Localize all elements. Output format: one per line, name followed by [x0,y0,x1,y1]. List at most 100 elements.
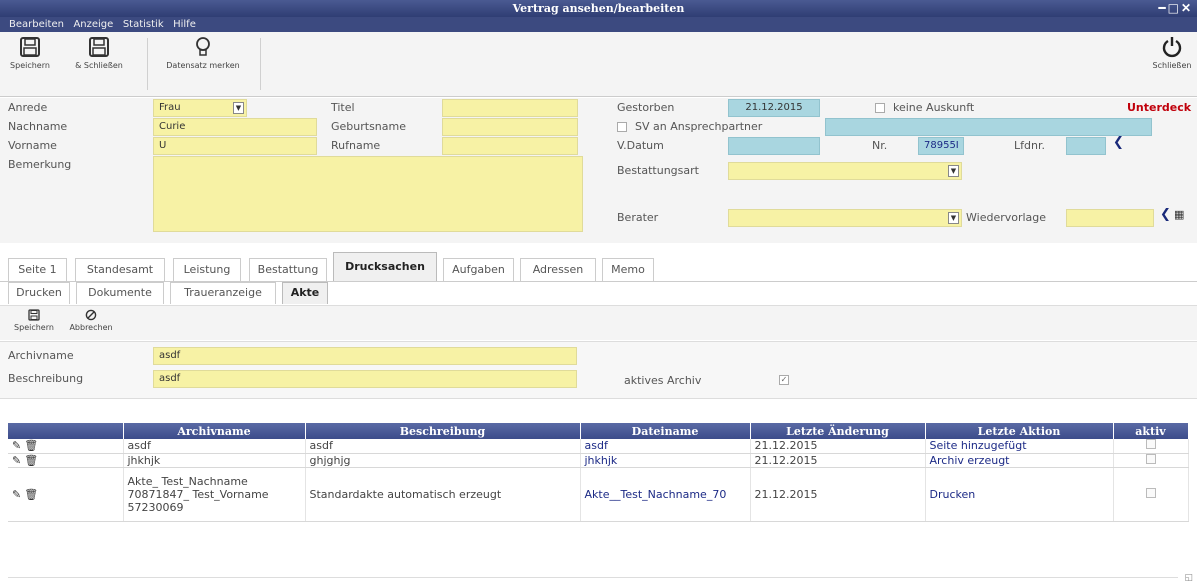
column-header-beschreibung[interactable]: Beschreibung [305,423,581,439]
tab-aufgaben[interactable]: Aufgaben [443,258,514,282]
window-controls[interactable]: ━□✕ [1158,0,1193,16]
menu-anzeige[interactable]: Anzeige [70,17,116,32]
bemerkung-textarea[interactable] [153,156,583,232]
geburtsname-label: Geburtsname [331,120,407,133]
lfdnr-label: Lfdnr. [1014,139,1045,152]
gestorben-input[interactable]: 21.12.2015 [728,99,820,117]
vorname-label: Vorname [8,139,57,152]
anrede-label: Anrede [8,101,48,114]
vorname-value: U [159,140,167,151]
trash-icon[interactable]: 🗑 [24,439,41,452]
cell-letzte-aktion: Drucken [925,467,1114,522]
gestorben-value: 21.12.2015 [745,102,803,113]
main-toolbar: Speichern & Schließen Datensatz merken S… [0,32,1197,97]
save-button-label: Speichern [10,61,50,70]
anrede-value: Frau [159,102,181,113]
cell-beschreibung: ghjghjg [305,453,581,468]
geburtsname-input[interactable] [442,118,578,136]
berater-select[interactable]: ▼ [728,209,962,227]
edit-pencil-icon[interactable]: ✎ [12,488,24,501]
cell-dateiname-link[interactable]: jhkhjk [580,453,751,468]
nr-label: Nr. [872,139,888,152]
archive-cancel-button[interactable]: Abbrechen [64,309,118,332]
keine-auskunft-label: keine Auskunft [893,101,975,114]
window-titlebar: Vertrag ansehen/bearbeiten ━□✕ [0,0,1197,17]
table-row[interactable]: ✎🗑 Akte_ Test_Nachname 70871847_ Test_Vo… [8,467,1189,522]
save-close-button[interactable]: & Schließen [60,36,138,70]
aktiv-checkbox[interactable] [1145,439,1156,450]
trash-icon[interactable]: 🗑 [24,454,41,467]
close-button[interactable]: Schließen [1148,36,1196,70]
bestattungsart-select[interactable]: ▼ [728,162,962,180]
tab-memo[interactable]: Memo [602,258,654,282]
toolbar-separator [260,38,261,90]
column-header-archivname[interactable]: Archivname [123,423,306,439]
power-icon [1162,37,1182,58]
aktives-archiv-checkbox[interactable]: ✓ [779,375,789,385]
column-header-letzte-aenderung[interactable]: Letzte Änderung [750,423,926,439]
subtab-akte[interactable]: Akte [282,282,328,304]
cell-beschreibung: asdf [305,439,581,454]
resize-handle-icon[interactable]: ◱ [1184,573,1193,583]
edit-pencil-icon[interactable]: ✎ [12,439,24,452]
titel-input[interactable] [442,99,578,117]
calendar-icon[interactable]: ▦ [1174,208,1184,221]
cell-dateiname-link[interactable]: Akte__Test_Nachname_70 [580,467,751,522]
tab-seite-1[interactable]: Seite 1 [8,258,67,282]
nachname-label: Nachname [8,120,68,133]
beschreibung-value: asdf [159,373,181,384]
nachname-input[interactable]: Curie [153,118,317,136]
tab-drucksachen[interactable]: Drucksachen [333,252,437,282]
archive-table: Archivname Beschreibung Dateiname Letzte… [8,423,1189,522]
bookmark-record-button[interactable]: Datensatz merken [152,36,254,70]
aktiv-checkbox[interactable] [1145,487,1156,498]
column-header-letzte-aktion[interactable]: Letzte Aktion [925,423,1114,439]
vorname-input[interactable]: U [153,137,317,155]
anrede-select[interactable]: Frau ▼ [153,99,247,117]
wiedervorlage-input[interactable] [1066,209,1154,227]
wiedervorlage-label: Wiedervorlage [966,211,1047,224]
table-row[interactable]: ✎🗑 asdf asdf asdf 21.12.2015 Seite hinzu… [8,439,1189,454]
chevron-left-icon[interactable]: ❮ [1160,207,1171,222]
menu-statistik[interactable]: Statistik [120,17,167,32]
vdatum-input[interactable] [728,137,820,155]
cell-dateiname-link[interactable]: asdf [580,439,751,454]
cell-archivname: jhkhjk [123,453,306,468]
cell-archivname: Akte_ Test_Nachname 70871847_ Test_Vorna… [123,467,306,522]
tab-standesamt[interactable]: Standesamt [75,258,165,282]
beschreibung-input[interactable]: asdf [153,370,577,388]
chevron-down-icon[interactable]: ▼ [948,165,959,177]
save-close-button-label: & Schließen [75,61,123,70]
trash-icon[interactable]: 🗑 [24,488,41,501]
sv-input[interactable] [825,118,1152,136]
save-button[interactable]: Speichern [8,36,52,70]
tab-adressen[interactable]: Adressen [520,258,596,282]
archive-toolbar: Speichern Abbrechen [0,305,1197,340]
lfdnr-input[interactable] [1066,137,1106,155]
chevron-down-icon[interactable]: ▼ [948,212,959,224]
sv-label: SV an Ansprechpartner [635,120,763,133]
archive-save-button[interactable]: Speichern [6,309,62,332]
aktiv-checkbox[interactable] [1145,453,1156,464]
table-row[interactable]: ✎🗑 jhkhjk ghjghjg jhkhjk 21.12.2015 Arch… [8,453,1189,468]
floppy-disk-icon [20,37,40,57]
chevron-down-icon[interactable]: ▼ [233,102,244,114]
archivname-label: Archivname [8,349,74,362]
keine-auskunft-checkbox[interactable] [875,103,885,113]
cancel-icon [85,309,97,321]
edit-pencil-icon[interactable]: ✎ [12,454,24,467]
tab-leistung[interactable]: Leistung [173,258,241,282]
subtab-dokumente[interactable]: Dokumente [76,282,164,304]
chevron-left-icon[interactable]: ❮ [1113,135,1124,150]
archivname-input[interactable]: asdf [153,347,577,365]
column-header-dateiname[interactable]: Dateiname [580,423,751,439]
tab-bestattung[interactable]: Bestattung [249,258,327,282]
menu-bearbeiten[interactable]: Bearbeiten [6,17,67,32]
rufname-input[interactable] [442,137,578,155]
subtab-drucken[interactable]: Drucken [8,282,70,304]
subtab-traueranzeige[interactable]: Traueranzeige [170,282,276,304]
nr-input[interactable]: 78955I [918,137,964,155]
menu-hilfe[interactable]: Hilfe [170,17,199,32]
column-header-aktiv[interactable]: aktiv [1113,423,1189,439]
sv-checkbox[interactable] [617,122,627,132]
